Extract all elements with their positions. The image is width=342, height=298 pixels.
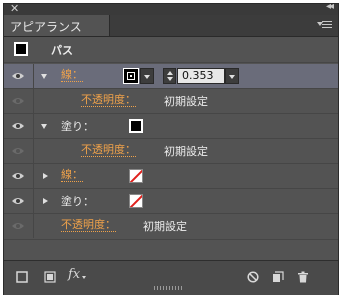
appearance-panel: ✕ ◂◂ アピアランス パス 線： 0.353 不透明度： 初期設定 塗り： 不…	[3, 1, 339, 295]
visibility-toggle[interactable]	[4, 114, 34, 138]
expand-triangle-icon[interactable]	[41, 74, 47, 79]
stroke-row[interactable]: 線：	[4, 164, 338, 189]
resize-grip[interactable]	[154, 286, 184, 290]
stroke-row[interactable]: 線： 0.353	[4, 64, 338, 89]
visibility-toggle[interactable]	[4, 89, 34, 113]
eye-icon	[12, 148, 24, 154]
clear-appearance-icon[interactable]	[247, 271, 259, 283]
eye-icon	[12, 223, 24, 229]
close-icon[interactable]: ✕	[10, 2, 19, 15]
add-stroke-icon[interactable]	[16, 271, 28, 283]
fill-color-swatch[interactable]	[129, 119, 143, 133]
stroke-label[interactable]: 線：	[61, 168, 83, 182]
fill-label[interactable]: 塗り：	[61, 118, 94, 134]
opacity-value: 初期設定	[164, 95, 208, 108]
expand-triangle-icon[interactable]	[43, 198, 48, 204]
eye-icon	[12, 98, 24, 104]
tab-label: アピアランス	[10, 20, 82, 34]
opacity-label[interactable]: 不透明度：	[81, 143, 136, 157]
stroke-color-swatch[interactable]	[123, 68, 156, 84]
none-swatch[interactable]	[129, 194, 143, 208]
panel-title-bar: ✕ ◂◂	[4, 1, 338, 15]
opacity-row[interactable]: 不透明度： 初期設定	[4, 139, 338, 164]
opacity-row[interactable]: 不透明度： 初期設定	[4, 89, 338, 114]
object-thumbnail	[14, 42, 28, 56]
object-header-row: パス	[4, 37, 338, 63]
eye-icon	[12, 73, 24, 79]
add-fill-icon[interactable]	[44, 271, 56, 283]
none-swatch[interactable]	[129, 169, 143, 183]
stroke-weight-stepper[interactable]	[163, 68, 176, 84]
stroke-weight-dropdown[interactable]	[225, 68, 239, 84]
eye-icon	[12, 173, 24, 179]
stroke-color-dropdown[interactable]	[140, 68, 154, 84]
fill-row[interactable]: 塗り：	[4, 114, 338, 139]
eye-icon	[12, 123, 24, 129]
tab-bar: アピアランス	[4, 15, 338, 37]
stroke-label[interactable]: 線：	[61, 68, 83, 82]
opacity-value: 初期設定	[143, 220, 187, 233]
object-opacity-row[interactable]: 不透明度： 初期設定	[4, 214, 338, 240]
visibility-toggle[interactable]	[4, 189, 34, 213]
expand-triangle-icon[interactable]	[43, 173, 48, 179]
tab-appearance[interactable]: アピアランス	[4, 15, 110, 36]
opacity-value: 初期設定	[164, 145, 208, 158]
eye-icon	[12, 198, 24, 204]
trash-icon[interactable]	[297, 271, 309, 283]
fx-icon[interactable]: fx	[68, 267, 80, 282]
visibility-toggle[interactable]	[4, 139, 34, 163]
visibility-toggle[interactable]	[4, 64, 34, 88]
stroke-weight-input[interactable]: 0.353	[177, 68, 225, 84]
collapse-icon[interactable]: ◂◂	[326, 1, 334, 12]
expand-triangle-icon[interactable]	[41, 124, 47, 129]
visibility-toggle[interactable]	[4, 164, 34, 188]
panel-menu-icon[interactable]	[317, 20, 333, 30]
fx-dropdown-icon[interactable]	[82, 276, 86, 279]
fill-label[interactable]: 塗り：	[61, 193, 94, 209]
object-type-label: パス	[51, 44, 73, 57]
opacity-label[interactable]: 不透明度：	[61, 218, 116, 232]
duplicate-item-icon[interactable]	[272, 271, 284, 283]
opacity-label[interactable]: 不透明度：	[81, 93, 136, 107]
fill-row[interactable]: 塗り：	[4, 189, 338, 214]
visibility-toggle[interactable]	[4, 214, 34, 238]
